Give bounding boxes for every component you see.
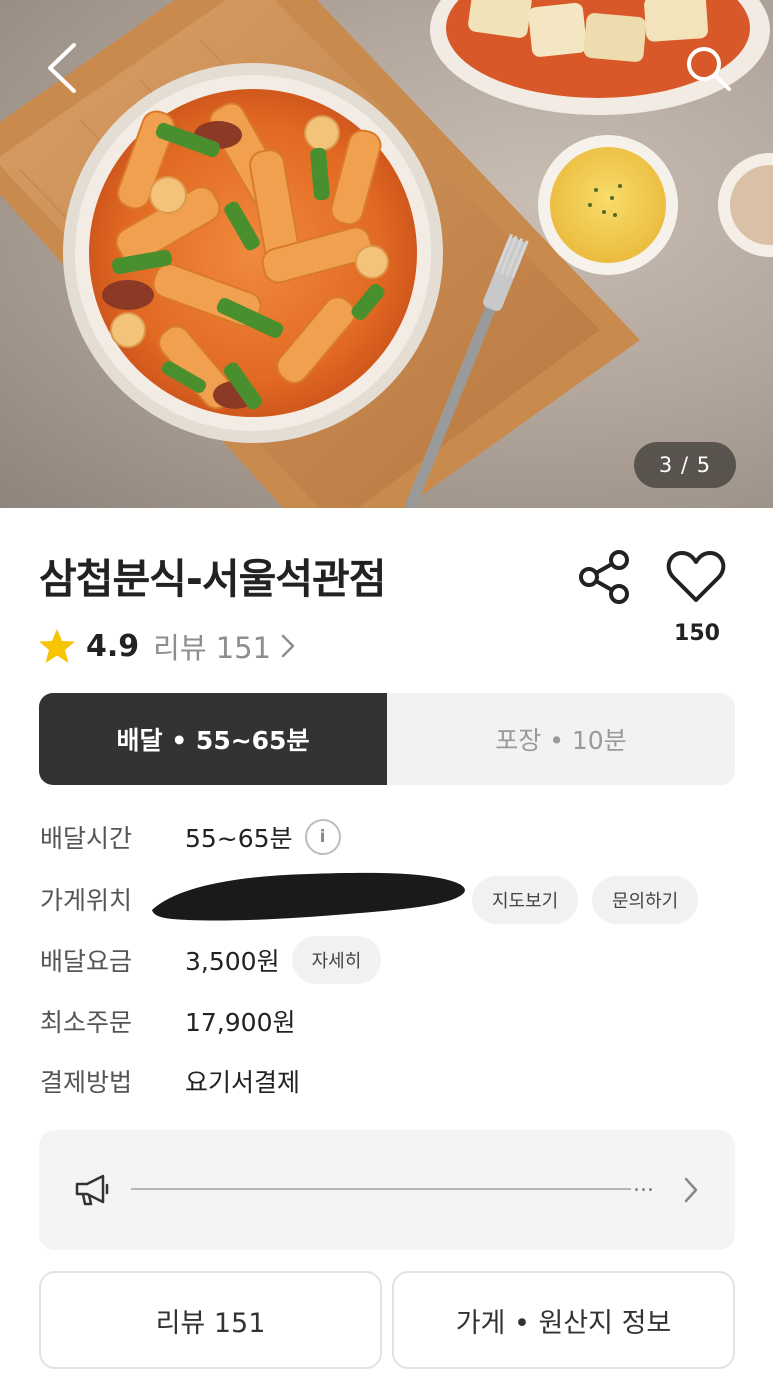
share-icon [579, 550, 629, 604]
like-button[interactable] [666, 548, 726, 606]
review-count-label: 리뷰 151 [153, 631, 272, 665]
share-button[interactable] [576, 548, 634, 606]
tab-pickup[interactable]: 포장 • 10분 [387, 693, 735, 785]
star-icon [39, 629, 75, 663]
redacted-address [152, 872, 465, 921]
notice-banner[interactable]: ... [39, 1130, 735, 1250]
chevron-left-icon [48, 43, 76, 93]
rating-row: 4.9 리뷰 151 [38, 624, 295, 668]
rating-value: 4.9 [86, 628, 140, 664]
info-icon[interactable]: i [304, 819, 341, 855]
notice-text-placeholder [131, 1188, 631, 1190]
review-link[interactable]: 리뷰 151 [153, 625, 295, 667]
inquiry-button[interactable]: 문의하기 [592, 876, 699, 924]
fee-detail-button[interactable]: 자세히 [291, 936, 382, 984]
delivery-time-label: 배달시간 [40, 824, 133, 853]
delivery-fee-row: 배달요금 3,500원 자세히 [40, 935, 382, 985]
map-view-button[interactable]: 지도보기 [472, 876, 579, 924]
search-button[interactable] [678, 38, 738, 98]
tab-delivery[interactable]: 배달 • 55~65분 [39, 693, 387, 785]
store-photo-carousel[interactable]: 3 / 5 [0, 0, 773, 508]
order-type-tabs: 배달 • 55~65분 포장 • 10분 [39, 693, 735, 785]
notice-ellipsis: ... [633, 1172, 654, 1197]
store-info-button[interactable]: 가게 • 원산지 정보 [392, 1271, 735, 1369]
like-count: 150 [674, 621, 720, 646]
delivery-time-row: 배달시간 55~65분 i [40, 812, 341, 862]
delivery-fee-label: 배달요금 [40, 947, 133, 976]
megaphone-icon [75, 1174, 109, 1206]
delivery-time-value: 55~65분 [185, 824, 293, 853]
min-order-label: 최소주문 [40, 1008, 133, 1037]
payment-row: 결제방법 요기서결제 [40, 1056, 300, 1106]
store-name: 삼첩분식-서울석관점 [39, 555, 386, 603]
search-icon [687, 47, 731, 91]
heart-icon [666, 551, 726, 602]
food-photo [0, 0, 773, 508]
reviews-button[interactable]: 리뷰 151 [39, 1271, 382, 1369]
delivery-fee-value: 3,500원 [185, 947, 280, 976]
chevron-right-icon [281, 634, 295, 658]
payment-value: 요기서결제 [185, 1068, 301, 1097]
min-order-row: 최소주문 17,900원 [40, 996, 295, 1046]
photo-counter: 3 / 5 [634, 442, 736, 488]
payment-label: 결제방법 [40, 1068, 133, 1097]
chevron-right-icon [684, 1177, 698, 1203]
back-button[interactable] [32, 38, 92, 98]
min-order-value: 17,900원 [185, 1008, 296, 1037]
